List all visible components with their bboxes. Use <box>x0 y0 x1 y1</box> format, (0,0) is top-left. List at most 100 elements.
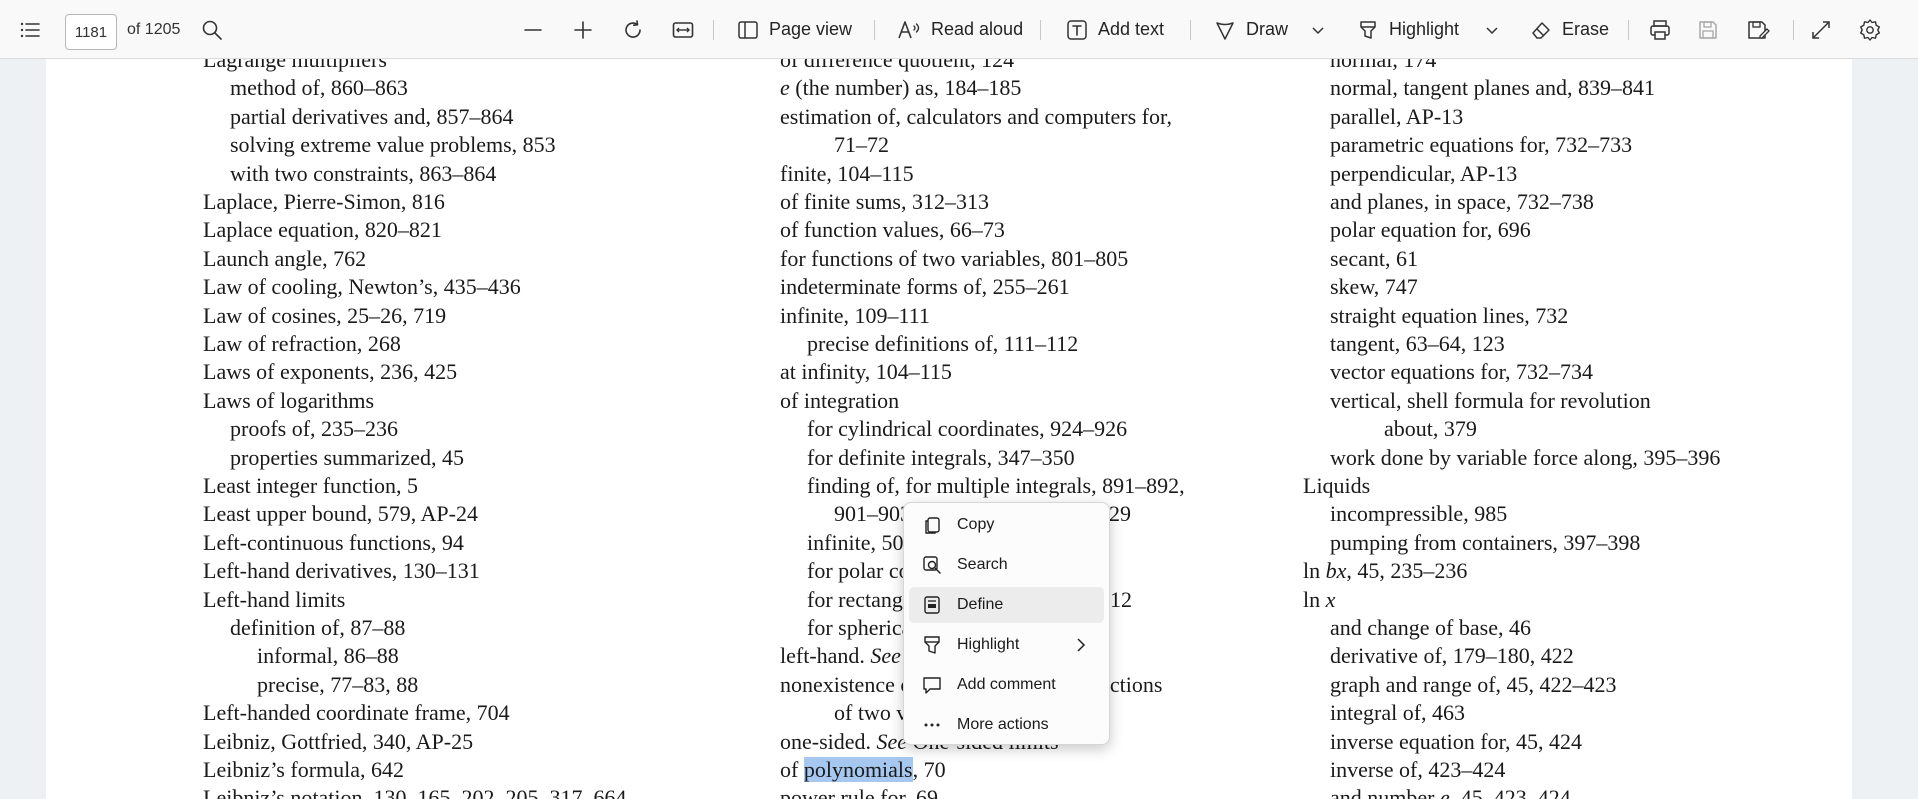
draw-button[interactable]: Draw <box>1214 0 1288 59</box>
index-entry: derivative of, 179–180, 422 <box>1330 642 1574 670</box>
zoom-in-icon[interactable] <box>572 0 594 59</box>
index-entry: Least upper bound, 579, AP-24 <box>203 500 478 528</box>
index-entry: Least integer function, 5 <box>203 472 418 500</box>
entry-text: Leibniz, Gottfried, 340, AP-25 <box>203 728 474 754</box>
index-entry: power rule for, 69 <box>780 784 938 799</box>
index-entry: Left-continuous functions, 94 <box>203 529 464 557</box>
index-entry: precise definitions of, 111–112 <box>807 330 1078 358</box>
index-entry: Left-hand derivatives, 130–131 <box>203 557 480 585</box>
entry-text: and number <box>1330 785 1440 799</box>
page-view-button[interactable]: Page view <box>737 0 852 59</box>
index-entry: Laplace, Pierre-Simon, 816 <box>203 188 445 216</box>
entry-text: at infinity, 104–115 <box>780 359 952 385</box>
draw-dropdown-chevron-icon[interactable] <box>1311 0 1325 59</box>
index-entry: for definite integrals, 347–350 <box>807 444 1075 472</box>
highlighter-icon <box>921 634 943 656</box>
index-entry: infinite, 109–111 <box>780 302 930 330</box>
eraser-icon <box>1532 21 1550 39</box>
read-aloud-label: Read aloud <box>931 19 1024 39</box>
entry-text: of finite sums, 312–313 <box>780 189 989 214</box>
index-entry: ln bx, 45, 235–236 <box>1303 557 1467 585</box>
entry-italic: x <box>1325 586 1336 612</box>
entry-text: perpendicular, AP-13 <box>1330 160 1518 186</box>
index-entry: pumping from containers, 397–398 <box>1330 529 1640 557</box>
entry-text: of function values, 66–73 <box>780 217 1005 243</box>
settings-gear-icon[interactable] <box>1858 0 1882 59</box>
menu-item-define-label: Define <box>957 596 1004 613</box>
rotate-icon[interactable] <box>621 0 645 59</box>
index-entry: Leibniz’s formula, 642 <box>203 756 404 784</box>
page-number-input[interactable]: 1181 <box>65 14 117 50</box>
entry-text: straight equation lines, 732 <box>1330 302 1569 328</box>
highlight-dropdown-chevron-icon[interactable] <box>1485 0 1499 59</box>
index-entry: work done by variable force along, 395–3… <box>1330 444 1720 472</box>
index-entry: of difference quotient, 124 <box>780 59 1014 74</box>
index-entry: about, 379 <box>1384 415 1477 443</box>
entry-text: Left-hand derivatives, 130–131 <box>203 558 480 584</box>
menu-item-copy-label: Copy <box>957 516 995 533</box>
highlight-button[interactable]: Highlight <box>1357 0 1459 59</box>
erase-button[interactable]: Erase <box>1530 0 1609 59</box>
index-entry: and change of base, 46 <box>1330 614 1531 642</box>
save-as-icon[interactable] <box>1746 0 1770 59</box>
index-entry: Laws of logarithms <box>203 387 374 415</box>
entry-text: for functions of two variables, 801–805 <box>780 245 1129 271</box>
index-entry: 71–72 <box>834 131 889 159</box>
index-entry: of integration <box>780 387 899 415</box>
entry-text: Left-hand limits <box>203 586 346 612</box>
add-text-button[interactable]: Add text <box>1066 0 1164 59</box>
menu-item-copy[interactable]: Copy <box>909 507 1104 543</box>
entry-text: Laplace, Pierre-Simon, 816 <box>203 189 445 214</box>
menu-item-add-comment-label: Add comment <box>957 676 1056 693</box>
erase-label: Erase <box>1562 19 1610 39</box>
more-icon <box>921 714 943 736</box>
contents-icon[interactable] <box>18 0 42 59</box>
index-entry: ln x <box>1303 586 1335 614</box>
index-entry: tangent, 63–64, 123 <box>1330 330 1505 358</box>
menu-item-highlight[interactable]: Highlight <box>909 627 1104 663</box>
entry-text: estimation of, calculators and computers… <box>780 103 1172 129</box>
index-entry: graph and range of, 45, 422–423 <box>1330 671 1617 699</box>
entry-text: secant, 61 <box>1330 245 1418 271</box>
entry-text: integral of, 463 <box>1330 700 1466 726</box>
index-entry: Laws of exponents, 236, 425 <box>203 358 457 386</box>
menu-item-search[interactable]: Search <box>909 547 1104 583</box>
fit-width-icon[interactable] <box>671 0 695 59</box>
entry-text: partial derivatives and, 857–864 <box>230 103 514 129</box>
zoom-out-icon[interactable] <box>522 0 544 59</box>
entry-text: tangent, 63–64, 123 <box>1330 331 1505 356</box>
entry-text: , 45, 423, 424 <box>1449 785 1571 799</box>
entry-text: parallel, AP-13 <box>1330 103 1464 129</box>
read-aloud-button[interactable]: Read aloud <box>897 0 1023 59</box>
index-entry: informal, 86–88 <box>257 642 399 670</box>
index-entry: Law of cosines, 25–26, 719 <box>203 302 446 330</box>
entry-text: and change of base, 46 <box>1330 615 1531 640</box>
menu-item-define[interactable]: Define <box>909 587 1104 623</box>
index-entry: indeterminate forms of, 255–261 <box>780 273 1070 301</box>
index-entry: method of, 860–863 <box>230 74 408 102</box>
menu-item-add-comment[interactable]: Add comment <box>909 667 1104 703</box>
index-entry: and planes, in space, 732–738 <box>1330 188 1594 216</box>
highlighter-icon <box>1360 20 1376 39</box>
entry-text: definition of, 87–88 <box>230 615 406 640</box>
define-icon <box>921 594 943 616</box>
index-entry: inverse equation for, 45, 424 <box>1330 728 1582 756</box>
entry-text: indeterminate forms of, 255–261 <box>780 274 1070 300</box>
entry-text: precise, 77–83, 88 <box>257 671 419 697</box>
menu-item-more-actions[interactable]: More actions <box>909 707 1104 743</box>
print-icon[interactable] <box>1648 0 1672 59</box>
entry-text: Laws of logarithms <box>203 387 375 413</box>
entry-text: (the number) as, 184–185 <box>789 75 1022 101</box>
entry-text: ln <box>1303 558 1326 584</box>
index-entry: incompressible, 985 <box>1330 500 1507 528</box>
find-search-icon[interactable] <box>201 0 223 59</box>
entry-text: normal, 174 <box>1330 59 1437 72</box>
selected-text[interactable]: polynomials <box>803 757 913 782</box>
index-entry: solving extreme value problems, 853 <box>230 131 556 159</box>
full-screen-icon[interactable] <box>1810 0 1832 59</box>
entry-text: left-hand. <box>780 643 871 669</box>
entry-text: Law of cooling, Newton’s, 435–436 <box>203 274 521 300</box>
entry-text: parametric equations for, 732–733 <box>1330 132 1633 158</box>
save-icon[interactable] <box>1697 0 1719 59</box>
entry-text: vector equations for, 732–734 <box>1330 359 1594 385</box>
